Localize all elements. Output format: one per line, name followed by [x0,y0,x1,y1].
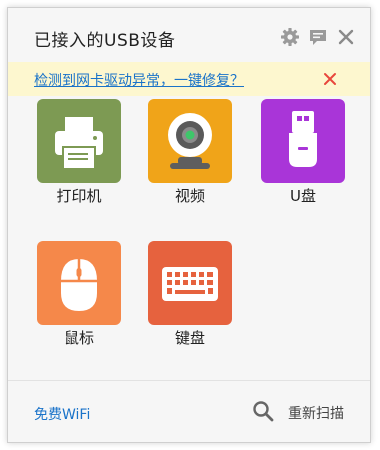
device-label: 打印机 [56,187,102,205]
fix-network-driver-link[interactable]: 检测到网卡驱动异常，一键修复？ [34,70,244,90]
panel-header: 已接入的USB设备 [8,8,370,62]
device-mouse[interactable]: 鼠标 [37,241,123,348]
rescan-label: 重新扫描 [288,406,344,422]
usb-device-panel: 已接入的USB设备 检测到网卡驱动异常，一键修复？ 打印机 视频 U盘 鼠标 键… [7,7,371,443]
device-label: U盘 [290,187,316,205]
close-icon[interactable] [322,71,338,87]
printer-icon [37,99,121,183]
device-label: 鼠标 [63,329,94,347]
keyboard-icon [148,241,232,325]
panel-title: 已接入的USB设备 [34,31,176,51]
device-keyboard[interactable]: 键盘 [148,241,234,348]
mouse-icon [37,241,121,325]
footer-divider [8,380,370,381]
device-printer[interactable]: 打印机 [37,99,123,206]
gear-icon[interactable] [280,27,300,47]
usb-drive-icon [261,99,345,183]
device-label: 键盘 [174,329,205,347]
search-icon [253,401,274,422]
free-wifi-link[interactable]: 免费WiFi [34,404,90,424]
device-label: 视频 [174,187,205,205]
driver-error-notice: 检测到网卡驱动异常，一键修复？ [8,62,370,96]
device-usb-drive[interactable]: U盘 [261,99,347,206]
chat-icon[interactable] [308,27,328,47]
device-webcam[interactable]: 视频 [148,99,234,206]
webcam-icon [148,99,232,183]
close-icon[interactable] [336,27,356,47]
